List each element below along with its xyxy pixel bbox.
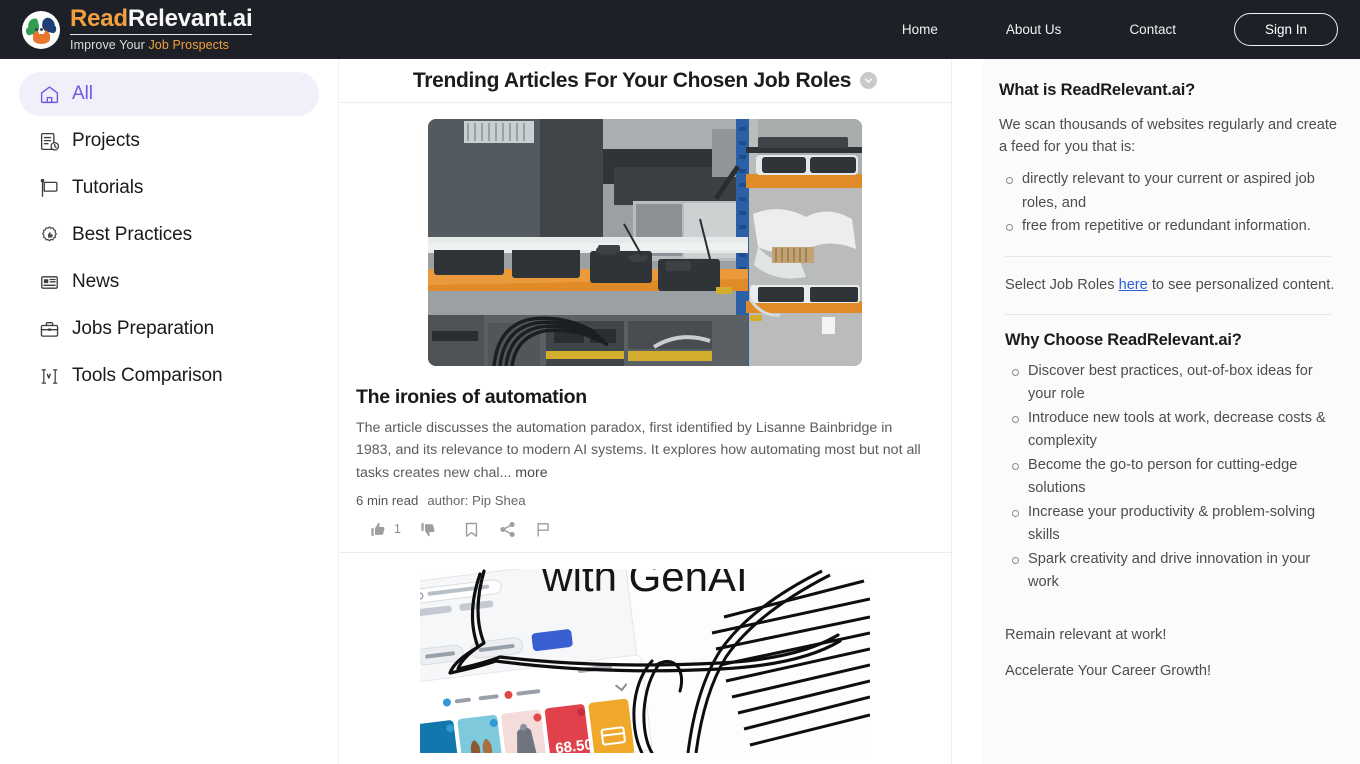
select-job-roles-link[interactable]: here: [1119, 277, 1148, 293]
list-item: free from repetitive or redundant inform…: [999, 215, 1337, 239]
article-meta: 6 min read author: Pip Shea: [356, 493, 936, 508]
panel-footer: Remain relevant at work! Accelerate Your…: [999, 623, 1337, 683]
brand-title-read: Read: [70, 5, 128, 33]
sidebar-label-best-practices: Best Practices: [72, 224, 193, 245]
sidebar-item-jobs-preparation[interactable]: Jobs Preparation: [19, 307, 319, 351]
svg-text:with GenAI: with GenAI: [541, 569, 747, 600]
share-button[interactable]: [499, 521, 516, 538]
nav-link-home[interactable]: Home: [892, 16, 948, 43]
info-panel: What is ReadRelevant.ai? We scan thousan…: [983, 59, 1360, 764]
thumbs-up-icon: [370, 521, 387, 538]
what-is-bullet-list: directly relevant to your current or asp…: [999, 168, 1337, 239]
sign-in-button[interactable]: Sign In: [1233, 13, 1338, 46]
feed-header-title: Trending Articles For Your Chosen Job Ro…: [412, 68, 852, 92]
page-body: All Projects Tutorials Best Practices Ne…: [0, 59, 1360, 764]
sidebar-item-best-practices[interactable]: Best Practices: [19, 213, 319, 257]
article-author: author: Pip Shea: [427, 492, 526, 508]
list-item: Become the go-to person for cutting-edge…: [1005, 454, 1337, 501]
brand-text: ReadRelevant.ai Improve Your Job Prospec…: [70, 5, 253, 52]
nav-link-about-us[interactable]: About Us: [996, 16, 1072, 43]
readrelevant-logo-icon: [22, 10, 60, 49]
chevron-down-circle-icon[interactable]: [860, 72, 878, 89]
why-choose-bullet-list: Discover best practices, out-of-box idea…: [1005, 360, 1337, 595]
sidebar-label-tools-comparison: Tools Comparison: [72, 365, 223, 386]
nav-link-contact[interactable]: Contact: [1119, 16, 1186, 43]
top-navigation-bar: ReadRelevant.ai Improve Your Job Prospec…: [0, 0, 1360, 59]
article-feed: Trending Articles For Your Chosen Job Ro…: [338, 59, 952, 764]
thumbs-up-count: 1: [394, 522, 401, 537]
clipboard-clock-icon: [38, 130, 60, 152]
article-actions: 1: [370, 521, 936, 544]
gear-thumbsup-icon: [38, 224, 60, 246]
footer-line-2: Accelerate Your Career Growth!: [1005, 662, 1212, 679]
brand-tagline: Improve Your Job Prospects: [70, 35, 252, 52]
sidebar-label-news: News: [72, 271, 120, 292]
list-item: Increase your productivity & problem-sol…: [1005, 501, 1337, 548]
versus-scale-icon: [38, 365, 60, 387]
sidebar-item-news[interactable]: News: [19, 260, 319, 304]
sidebar-label-projects: Projects: [72, 130, 140, 151]
article-card[interactable]: 68.50 with GenAI: [339, 553, 951, 753]
article-title[interactable]: The ironies of automation: [356, 386, 936, 409]
select-job-roles-text: Select Job Roles here to see personalize…: [1005, 273, 1337, 297]
brand-tagline-highlight: Job Prospects: [148, 38, 229, 53]
what-is-intro: We scan thousands of websites regularly …: [999, 117, 1338, 155]
list-item: Spark creativity and drive innovation in…: [1005, 548, 1337, 595]
why-choose-title: Why Choose ReadRelevant.ai?: [1005, 330, 1242, 349]
sidebar-item-all[interactable]: All: [19, 72, 319, 116]
left-sidebar: All Projects Tutorials Best Practices Ne…: [0, 59, 338, 764]
brand-title-relevant: Relevant.ai: [127, 5, 253, 33]
sidebar-label-all: All: [72, 83, 93, 104]
thumbs-down-button[interactable]: [420, 521, 444, 538]
home-icon: [38, 83, 60, 105]
article-image: 68.50 with GenAI: [420, 568, 870, 753]
briefcase-icon: [38, 318, 60, 340]
newspaper-icon: [38, 271, 60, 293]
flag-icon: [535, 521, 552, 538]
bookmark-icon: [463, 521, 480, 538]
brand-title: ReadRelevant.ai: [70, 5, 253, 36]
select-job-roles-block: Select Job Roles here to see personalize…: [999, 273, 1337, 297]
nav-links-group: Home About Us Contact Sign In: [868, 13, 1338, 46]
divider: [1005, 313, 1331, 315]
brand-tagline-prefix: Improve Your: [70, 38, 149, 53]
article-description: The article discusses the automation par…: [356, 417, 928, 484]
sidebar-item-projects[interactable]: Projects: [19, 119, 319, 163]
article-card[interactable]: The ironies of automation The article di…: [339, 103, 951, 553]
article-read-time: 6 min read: [356, 492, 419, 508]
article-more-link[interactable]: more: [515, 465, 547, 481]
article-description-text: The article discusses the automation par…: [356, 420, 921, 481]
thumbs-up-button[interactable]: 1: [370, 521, 401, 538]
bookmark-button[interactable]: [463, 521, 480, 538]
sidebar-item-tools-comparison[interactable]: Tools Comparison: [19, 354, 319, 398]
article-image: [428, 119, 862, 366]
divider: [1005, 255, 1331, 257]
brand-logo-area[interactable]: ReadRelevant.ai Improve Your Job Prospec…: [22, 5, 253, 52]
select-prefix: Select Job Roles: [1005, 276, 1119, 293]
sidebar-label-jobs-preparation: Jobs Preparation: [72, 318, 215, 339]
thumbs-down-icon: [420, 521, 437, 538]
select-suffix: to see personalized content.: [1147, 276, 1335, 293]
what-is-title: What is ReadRelevant.ai?: [999, 81, 1196, 99]
share-icon: [499, 521, 516, 538]
footer-line-1: Remain relevant at work!: [1005, 626, 1167, 643]
list-item: Introduce new tools at work, decrease co…: [1005, 407, 1337, 454]
feed-header: Trending Articles For Your Chosen Job Ro…: [339, 59, 951, 103]
chalkboard-icon: [38, 177, 60, 199]
list-item: directly relevant to your current or asp…: [999, 168, 1337, 215]
sidebar-item-tutorials[interactable]: Tutorials: [19, 166, 319, 210]
flag-button[interactable]: [535, 521, 552, 538]
why-choose-block: Why Choose ReadRelevant.ai? Discover bes…: [999, 331, 1337, 595]
list-item: Discover best practices, out-of-box idea…: [1005, 360, 1337, 407]
sidebar-label-tutorials: Tutorials: [72, 177, 144, 198]
